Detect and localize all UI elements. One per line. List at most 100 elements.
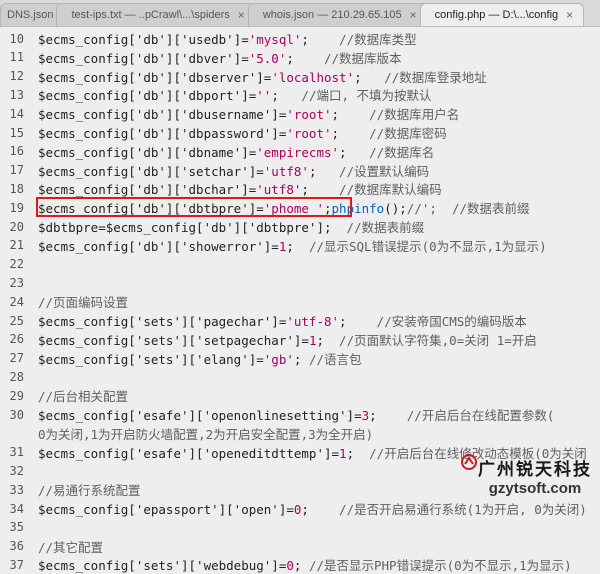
code-line[interactable]: 28: [0, 367, 24, 386]
code-line[interactable]: 32: [0, 461, 24, 480]
code-token: =: [256, 351, 264, 367]
line-number: 20: [9, 219, 24, 234]
code-token: //后台相关配置: [38, 389, 129, 405]
code-token: 0: [293, 502, 302, 517]
line-number: 18: [9, 181, 24, 196]
tab-config-php[interactable]: config.php — D:\...\config ×: [419, 3, 585, 26]
code-token: //是否开启易通行系统(1为开启, 0为关闭): [308, 502, 587, 517]
code-line[interactable]: 13 $ecms_config['db']['dbport']=''; //端口,…: [0, 85, 432, 104]
code-token: //数据库名: [346, 144, 435, 160]
code-text: $ecms_config['sets']['setpagechar']=1; /…: [38, 330, 537, 349]
close-icon[interactable]: ×: [238, 8, 245, 22]
code-line[interactable]: 11 $ecms_config['db']['dbver']='5.0'; //数…: [0, 48, 402, 67]
line-number: 21: [9, 238, 24, 253]
code-line[interactable]: 21 $ecms_config['db']['showerror']=1; //显…: [0, 236, 547, 255]
line-number: 34: [9, 501, 24, 516]
line-number: 33: [9, 482, 24, 497]
code-token: $ecms_config['db']['dbname']: [38, 144, 249, 160]
code-token: 'empirecms': [256, 144, 340, 160]
code-token: =: [256, 163, 264, 179]
line-number: 35: [9, 520, 24, 535]
code-line[interactable]: 22: [0, 255, 24, 274]
logo-icon: [461, 454, 477, 470]
code-token: 'gb': [263, 351, 294, 367]
code-token: ;: [369, 408, 377, 423]
close-icon[interactable]: ×: [566, 8, 573, 22]
code-token: 'utf-8': [286, 314, 340, 329]
line-number: 23: [9, 275, 24, 290]
code-token: ;: [339, 144, 347, 160]
code-line[interactable]: 31 $ecms_config['esafe']['openeditdttemp'…: [0, 443, 587, 462]
close-icon[interactable]: ×: [410, 8, 417, 22]
code-text: $ecms_config['db']['setchar']='utf8'; //…: [38, 161, 429, 180]
code-text: $ecms_config['epassport']['open']=0; //是…: [38, 499, 587, 518]
tab-label: whois.json — 210.29.65.105: [262, 9, 402, 21]
line-number: 11: [9, 50, 24, 65]
code-token: ;: [271, 88, 279, 104]
code-text: $ecms_config['sets']['webdebug']=0; //是否…: [38, 555, 572, 574]
code-token: 'mysql': [248, 32, 302, 47]
line-number: 37: [9, 557, 24, 572]
tab-dns-json[interactable]: DNS.json: [0, 3, 65, 26]
code-text: $ecms_config['db']['dbpassword']='root';…: [38, 123, 447, 142]
code-token: //端口, 不填为按默认: [278, 88, 432, 104]
code-token: '5.0': [248, 50, 287, 66]
line-number: 25: [9, 313, 24, 328]
code-line[interactable]: 26 $ecms_config['sets']['setpagechar']=1;…: [0, 330, 537, 349]
code-line[interactable]: 20 $dbtbpre=$ecms_config['db']['dbtbpre']…: [0, 217, 425, 236]
code-line[interactable]: 16 $ecms_config['db']['dbname']='empirecm…: [0, 142, 435, 161]
line-number: 24: [9, 294, 24, 309]
code-line[interactable]: 23: [0, 273, 24, 292]
code-line[interactable]: 14 $ecms_config['db']['dbusername']='root…: [0, 104, 460, 123]
code-token: $ecms_config['esafe']['openeditdttemp']: [38, 445, 332, 461]
code-text: //易通行系统配置: [38, 480, 141, 499]
code-token: $ecms_config['db']['usedb']: [38, 32, 242, 47]
code-text: $ecms_config['db']['dbchar']='utf8'; //数…: [38, 179, 442, 198]
tab-bar: DNS.json test-ips.txt — ..pCrawl\...\spi…: [0, 0, 600, 27]
code-token: 3: [361, 408, 370, 423]
code-token: //安装帝国CMS的编码版本: [346, 314, 527, 329]
code-token: $ecms_config['db']['dbusername']: [38, 107, 279, 123]
code-token: $dbtbpre=$ecms_config['db']['dbtbpre'];: [38, 220, 332, 235]
code-token: //其它配置: [38, 539, 104, 555]
code-line[interactable]: 0为关闭,1为开启防火墙配置,2为开启安全配置,3为全开启): [0, 424, 373, 443]
tab-test-ips[interactable]: test-ips.txt — ..pCrawl\...\spiders ×: [56, 3, 256, 26]
code-token: ;: [339, 314, 347, 329]
code-line[interactable]: 27 $ecms_config['sets']['elang']='gb'; //…: [0, 349, 362, 368]
code-line[interactable]: 35: [0, 518, 24, 537]
code-token: =: [354, 408, 362, 423]
code-token: 1: [339, 445, 347, 461]
code-line[interactable]: 18 $ecms_config['db']['dbchar']='utf8'; /…: [0, 179, 442, 198]
code-text: $ecms_config['sets']['pagechar']='utf-8'…: [38, 311, 527, 330]
code-line[interactable]: 15 $ecms_config['db']['dbpassword']='root…: [0, 123, 447, 142]
code-line[interactable]: 33 //易通行系统配置: [0, 480, 141, 499]
code-line[interactable]: 12 $ecms_config['db']['dbserver']='localh…: [0, 67, 487, 86]
code-token: $ecms_config['db']['dbpassword']: [38, 126, 279, 141]
code-token: //数据库登录地址: [361, 69, 487, 85]
code-line[interactable]: 19 $ecms_config['db']['dbtbpre']='phome_'…: [0, 198, 530, 217]
highlight-box: [36, 197, 352, 217]
code-token: ;: [293, 558, 302, 574]
code-token: //数据库用户名: [339, 107, 460, 123]
code-editor[interactable]: 1 0 $ecms_config['db']['usedb'] = 'mysql'; /…: [0, 27, 600, 573]
code-line[interactable]: 29 //后台相关配置: [0, 386, 129, 405]
code-line[interactable]: 24 //页面编码设置: [0, 292, 129, 311]
code-token: //开启后台在线配置参数(: [376, 408, 555, 423]
tab-whois-json[interactable]: whois.json — 210.29.65.105 ×: [247, 3, 428, 26]
code-line[interactable]: 36 //其它配置: [0, 537, 104, 556]
line-number: 27: [9, 351, 24, 366]
code-line[interactable]: 25 $ecms_config['sets']['pagechar']='utf-…: [0, 311, 527, 330]
code-line[interactable]: 34 $ecms_config['epassport']['open']=0; /…: [0, 499, 587, 518]
code-line[interactable]: 30 $ecms_config['esafe']['openonlinesetti…: [0, 405, 555, 424]
code-line[interactable]: 37 $ecms_config['sets']['webdebug']=0; //…: [0, 555, 572, 574]
line-number: 26: [9, 332, 24, 347]
code-token: =: [286, 502, 294, 517]
code-token: //页面编码设置: [38, 295, 129, 311]
tab-label: test-ips.txt — ..pCrawl\...\spiders: [71, 9, 230, 21]
line-number: 30: [9, 407, 24, 422]
code-token: //语言包: [301, 351, 362, 367]
code-token: =: [271, 238, 279, 254]
code-line[interactable]: 17 $ecms_config['db']['setchar']='utf8'; …: [0, 161, 430, 180]
code-line[interactable]: 10 $ecms_config['db']['usedb']='mysql'; /…: [0, 29, 417, 48]
code-token: $ecms_config['db']['showerror']: [38, 238, 272, 254]
